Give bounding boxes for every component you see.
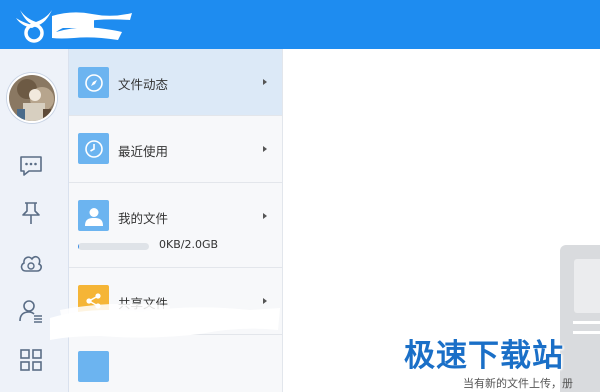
user-avatar[interactable] [7, 73, 57, 123]
storage-usage-text: 0KB/2.0GB [159, 238, 219, 251]
chevron-right-icon [263, 79, 267, 85]
menu-item-partial[interactable] [69, 335, 282, 392]
user-icon [78, 200, 109, 231]
top-bar [0, 0, 600, 49]
menu-item-label: 文件动态 [118, 77, 169, 92]
rail-messages-button[interactable] [17, 152, 45, 180]
pin-icon [22, 202, 40, 224]
message-icon [20, 156, 42, 176]
side-collapse-panel[interactable] [560, 245, 600, 392]
redacted-title [52, 12, 132, 40]
status-message: 当有新的文件上传，册 [463, 377, 573, 390]
menu-item-my-files[interactable]: 我的文件 0KB/2.0GB [69, 183, 282, 268]
rail-apps-button[interactable] [17, 346, 45, 374]
contacts-icon [19, 300, 42, 323]
compass-icon [78, 67, 109, 98]
folder-icon [78, 351, 109, 382]
cloud-icon [20, 256, 42, 272]
menu-lines-icon [573, 321, 600, 324]
redacted-area [50, 303, 280, 340]
chevron-right-icon [263, 146, 267, 152]
rail-cloud-button[interactable] [17, 249, 45, 277]
watermark-text: 极速下载站 [404, 338, 564, 374]
menu-item-label: 我的文件 [118, 211, 169, 226]
storage-progress-fill [78, 243, 80, 250]
chevron-right-icon [263, 213, 267, 219]
storage-progress-bar [78, 243, 149, 250]
menu-item-label: 最近使用 [118, 144, 169, 159]
rail-pin-button[interactable] [17, 199, 45, 227]
side-panel-inner [574, 259, 600, 313]
menu-lines-icon [573, 331, 600, 334]
menu-item-file-activity[interactable]: 文件动态 [69, 49, 282, 116]
apps-grid-icon [20, 349, 42, 371]
clock-icon [78, 133, 109, 164]
rail-contacts-button[interactable] [17, 297, 45, 325]
menu-item-recent[interactable]: 最近使用 [69, 116, 282, 183]
